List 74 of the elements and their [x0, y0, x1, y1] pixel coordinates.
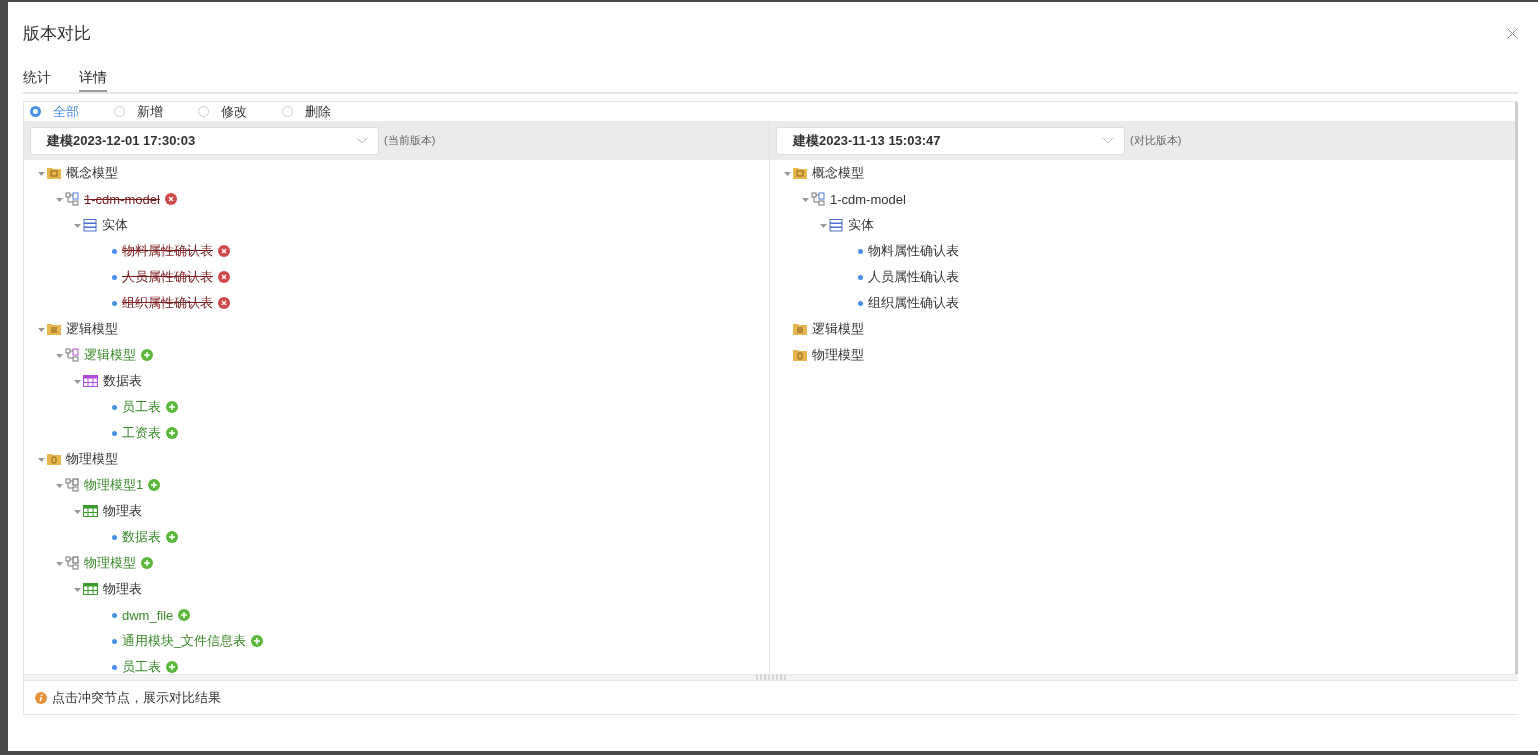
version-select[interactable]: 建模2023-11-13 15:03:47 [776, 126, 1125, 155]
tree-node[interactable]: 物理表 [102, 502, 143, 520]
bullet-icon [112, 248, 117, 254]
folder-icon [47, 167, 61, 179]
version-note: (对比版本) [1130, 133, 1182, 148]
tree-node[interactable]: 组织属性确认表 [121, 294, 214, 312]
bullet-icon [858, 300, 863, 306]
tree-node[interactable]: 物理模型1 [83, 476, 145, 494]
diagram-icon [65, 192, 79, 206]
resize-handle-icon[interactable] [756, 675, 786, 680]
bullet-icon [112, 638, 117, 644]
tree-node[interactable]: 物理模型 [83, 554, 137, 572]
list-icon [829, 218, 843, 232]
tree-node[interactable]: 物理表 [102, 580, 143, 598]
table-icon [83, 375, 98, 387]
tree-node[interactable]: 逻辑模型 [65, 320, 119, 338]
tree-node[interactable]: 数据表 [121, 528, 162, 546]
diagram-icon [811, 192, 825, 206]
list-icon [83, 218, 97, 232]
tree-node[interactable]: 人员属性确认表 [121, 268, 214, 286]
tree-node[interactable]: 通用模块_文件信息表 [121, 632, 248, 650]
bullet-icon [858, 274, 863, 280]
tree-node[interactable]: 员工表 [121, 398, 162, 416]
table-icon [83, 505, 98, 517]
bullet-icon [112, 404, 117, 410]
diagram-icon [65, 348, 79, 362]
tree-node[interactable]: 1-cdm-model [829, 191, 907, 207]
folder-icon [793, 349, 807, 361]
bullet-icon [112, 612, 117, 618]
version-select[interactable]: 建模2023-12-01 17:30:03 [30, 126, 379, 155]
tree-node[interactable]: 员工表 [121, 658, 162, 674]
tree-node[interactable]: 逻辑模型 [811, 320, 865, 338]
info-icon [35, 691, 47, 704]
bullet-icon [112, 300, 117, 306]
tree-node[interactable]: 人员属性确认表 [867, 268, 960, 286]
tree-node[interactable]: 物理模型 [65, 450, 119, 468]
tree-node[interactable]: 概念模型 [65, 164, 119, 182]
tree-node[interactable]: 物理模型 [811, 346, 865, 364]
tab[interactable]: 统计 [23, 64, 51, 92]
folder-icon [47, 323, 61, 335]
tree-node[interactable]: dwm_file [121, 607, 175, 623]
chevron-down-icon [356, 137, 368, 144]
tree-node[interactable]: 实体 [847, 216, 875, 234]
tree-node[interactable]: 物料属性确认表 [867, 242, 960, 260]
chevron-down-icon [1102, 137, 1114, 144]
bullet-icon [858, 248, 863, 254]
table-icon [83, 583, 98, 595]
folder-icon [793, 323, 807, 335]
tab[interactable]: 详情 [79, 64, 107, 92]
tree-node[interactable]: 工资表 [121, 424, 162, 442]
bullet-icon [112, 664, 117, 670]
bullet-icon [112, 274, 117, 280]
tree-node[interactable]: 逻辑模型 [83, 346, 137, 364]
radio-label[interactable]: 删除 [305, 102, 331, 121]
diagram-icon [65, 478, 79, 492]
tree-node[interactable]: 数据表 [102, 372, 143, 390]
diagram-icon [65, 556, 79, 570]
tree-node[interactable]: 组织属性确认表 [867, 294, 960, 312]
folder-icon [47, 453, 61, 465]
radio-label[interactable]: 修改 [221, 102, 247, 121]
folder-icon [793, 167, 807, 179]
radio-label[interactable]: 新增 [137, 102, 163, 121]
bullet-icon [112, 430, 117, 436]
bullet-icon [112, 534, 117, 540]
version-note: (当前版本) [384, 133, 436, 148]
tree-node[interactable]: 实体 [101, 216, 129, 234]
close-icon[interactable] [1507, 27, 1518, 39]
tree-node[interactable]: 概念模型 [811, 164, 865, 182]
scrollbar[interactable] [1515, 102, 1518, 674]
tree-node[interactable]: 物料属性确认表 [121, 242, 214, 260]
dialog-title: 版本对比 [23, 22, 91, 45]
radio-button[interactable] [30, 106, 41, 117]
tree-node[interactable]: 1-cdm-model [83, 191, 161, 207]
hint-text: 点击冲突节点，展示对比结果 [52, 688, 221, 707]
